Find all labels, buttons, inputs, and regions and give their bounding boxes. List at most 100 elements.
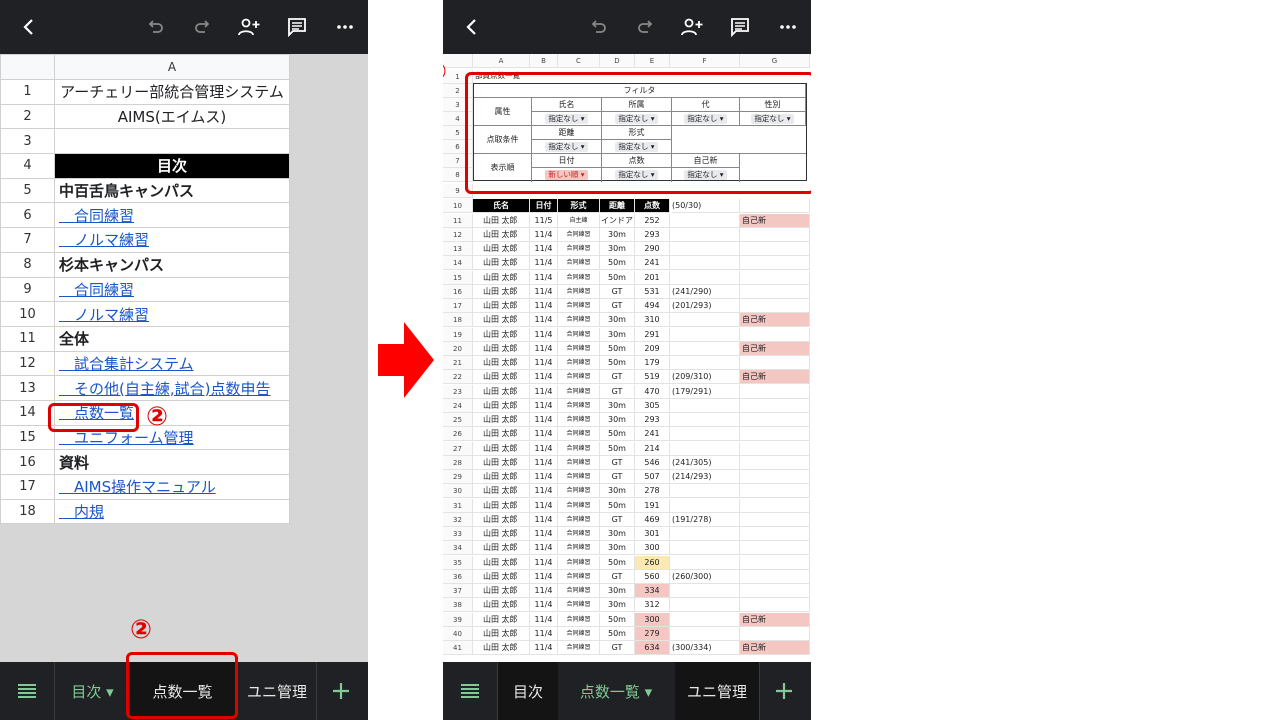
cell-score[interactable]: 260 [635,555,670,570]
row-number[interactable]: 25 [443,413,473,428]
col-header[interactable]: C [558,54,600,69]
cell-score[interactable]: 214 [635,441,670,456]
cell-form[interactable]: 合同練習 [558,313,600,328]
sheet-link-cell[interactable]: 合同練習 [54,276,290,303]
cell-dist[interactable]: 30m [600,584,635,599]
table-row[interactable]: 40 山田 太郎 11/4 合同練習 50m 279 [443,626,811,641]
cell-note[interactable] [670,441,740,456]
sheet-link-cell[interactable]: 合同練習 [54,202,290,229]
cell-name[interactable]: 山田 太郎 [473,341,530,356]
cell-date[interactable]: 11/4 [530,484,558,499]
cell-score[interactable]: 179 [635,356,670,371]
row-number[interactable]: 24 [443,398,473,413]
sheet-cell[interactable]: 杉本キャンパス [54,251,290,278]
col-header[interactable]: E [635,54,670,69]
cell-date[interactable]: 11/4 [530,455,558,470]
sheet-cell[interactable]: アーチェリー部統合管理システム [54,79,290,105]
table-row[interactable]: 36 山田 太郎 11/4 合同練習 GT 560 (260/300) [443,569,811,584]
cell-dist[interactable]: 30m [600,398,635,413]
cell-dist[interactable]: GT [600,512,635,527]
cell-best[interactable] [740,270,810,285]
row-number[interactable]: 23 [443,384,473,399]
cell-date[interactable]: 11/4 [530,569,558,584]
cell-best[interactable] [740,384,810,399]
row-number[interactable]: 5 [0,177,55,204]
row-number[interactable]: 35 [443,555,473,570]
row-number[interactable]: 27 [443,441,473,456]
cell-form[interactable]: 合同練習 [558,299,600,314]
sheet-cell[interactable]: AIMS(エイムス) [54,103,290,130]
cell-dist[interactable]: 30m [600,327,635,342]
col-header[interactable]: B [530,54,558,69]
cell-name[interactable]: 山田 太郎 [473,356,530,371]
sheet-link-cell[interactable]: 試合集計システム [54,350,290,377]
cell-form[interactable]: 合同練習 [558,541,600,556]
cell-name[interactable]: 山田 太郎 [473,299,530,314]
add-sheet-icon[interactable] [318,662,364,720]
row-number[interactable]: 28 [443,455,473,470]
cell-best[interactable] [740,427,810,442]
comment-icon[interactable] [282,12,312,42]
row-number[interactable]: 6 [0,202,55,229]
cell-best[interactable]: 自己新 [740,641,810,656]
sheet-link-cell[interactable]: その他(自主練,試合)点数申告 [54,375,290,401]
cell-note[interactable] [670,626,740,641]
cell-dist[interactable]: 50m [600,555,635,570]
sheet-link-cell[interactable]: ノルマ練習 [54,301,290,327]
row-number[interactable]: 20 [443,341,473,356]
table-row[interactable]: 11 山田 太郎 11/5 自主練 インドア 252 自己新 [443,213,811,228]
cell-date[interactable]: 11/4 [530,313,558,328]
cell-score[interactable]: 312 [635,598,670,613]
cell-note[interactable]: (241/290) [670,284,740,299]
cell-note[interactable] [670,541,740,556]
row-number[interactable]: 26 [443,427,473,442]
row-number[interactable]: 15 [0,424,55,451]
cell-name[interactable]: 山田 太郎 [473,598,530,613]
cell-name[interactable]: 山田 太郎 [473,370,530,385]
cell-date[interactable]: 11/4 [530,370,558,385]
row-number[interactable]: 41 [443,641,473,656]
cell-best[interactable] [740,256,810,271]
cell-score[interactable]: 560 [635,569,670,584]
cell-best[interactable] [740,413,810,428]
tab-uni-kanri[interactable]: ユニ管理 [675,662,759,720]
cell-name[interactable]: 山田 太郎 [473,384,530,399]
cell-date[interactable]: 11/4 [530,512,558,527]
cell-dist[interactable]: 30m [600,527,635,542]
sheet-grid[interactable]: A 1 アーチェリー部統合管理システム 2 AIMS(エイムス) 3 4 目次 5 中百舌鳥キャン… [0,54,368,662]
cell-name[interactable]: 山田 太郎 [473,455,530,470]
row-number[interactable]: 29 [443,470,473,485]
table-row[interactable]: 32 山田 太郎 11/4 合同練習 GT 469 (191/278) [443,512,811,527]
cell-form[interactable]: 合同練習 [558,356,600,371]
cell-form[interactable]: 合同練習 [558,612,600,627]
row-number[interactable]: 14 [0,399,55,426]
cell-score[interactable]: 278 [635,484,670,499]
cell-dist[interactable]: 50m [600,498,635,513]
cell-name[interactable]: 山田 太郎 [473,512,530,527]
tab-mokuji[interactable]: 目次 [498,662,558,720]
cell-dist[interactable]: 50m [600,626,635,641]
table-row[interactable]: 12 山田 太郎 11/4 合同練習 30m 293 [443,227,811,242]
tab-tensu-ichiran[interactable]: 点数一覧 ▾ [561,662,671,720]
cell-score[interactable]: 209 [635,341,670,356]
row-number[interactable]: 9 [0,276,55,303]
cell-best[interactable] [740,327,810,342]
table-row[interactable]: 22 山田 太郎 11/4 合同練習 GT 519 (209/310) 自己新 [443,370,811,385]
row-number[interactable]: 1 [0,79,55,105]
cell-dist[interactable]: 50m [600,612,635,627]
cell-dist[interactable]: 30m [600,242,635,257]
cell-score[interactable]: 469 [635,512,670,527]
cell-name[interactable]: 山田 太郎 [473,527,530,542]
cell-form[interactable]: 合同練習 [558,327,600,342]
table-row[interactable]: 18 山田 太郎 11/4 合同練習 30m 310 自己新 [443,313,811,328]
row-number[interactable]: 11 [0,325,55,352]
cell-best[interactable]: 自己新 [740,612,810,627]
sheet-link-cell[interactable]: ノルマ練習 [54,227,290,253]
col-header-a[interactable]: A [54,54,290,80]
cell-note[interactable] [670,227,740,242]
cell-note[interactable] [670,313,740,328]
sheet-link-cell[interactable]: 内規 [54,498,290,525]
all-sheets-menu-icon[interactable] [443,662,497,720]
comment-icon[interactable] [725,12,755,42]
cell-score[interactable]: 291 [635,327,670,342]
